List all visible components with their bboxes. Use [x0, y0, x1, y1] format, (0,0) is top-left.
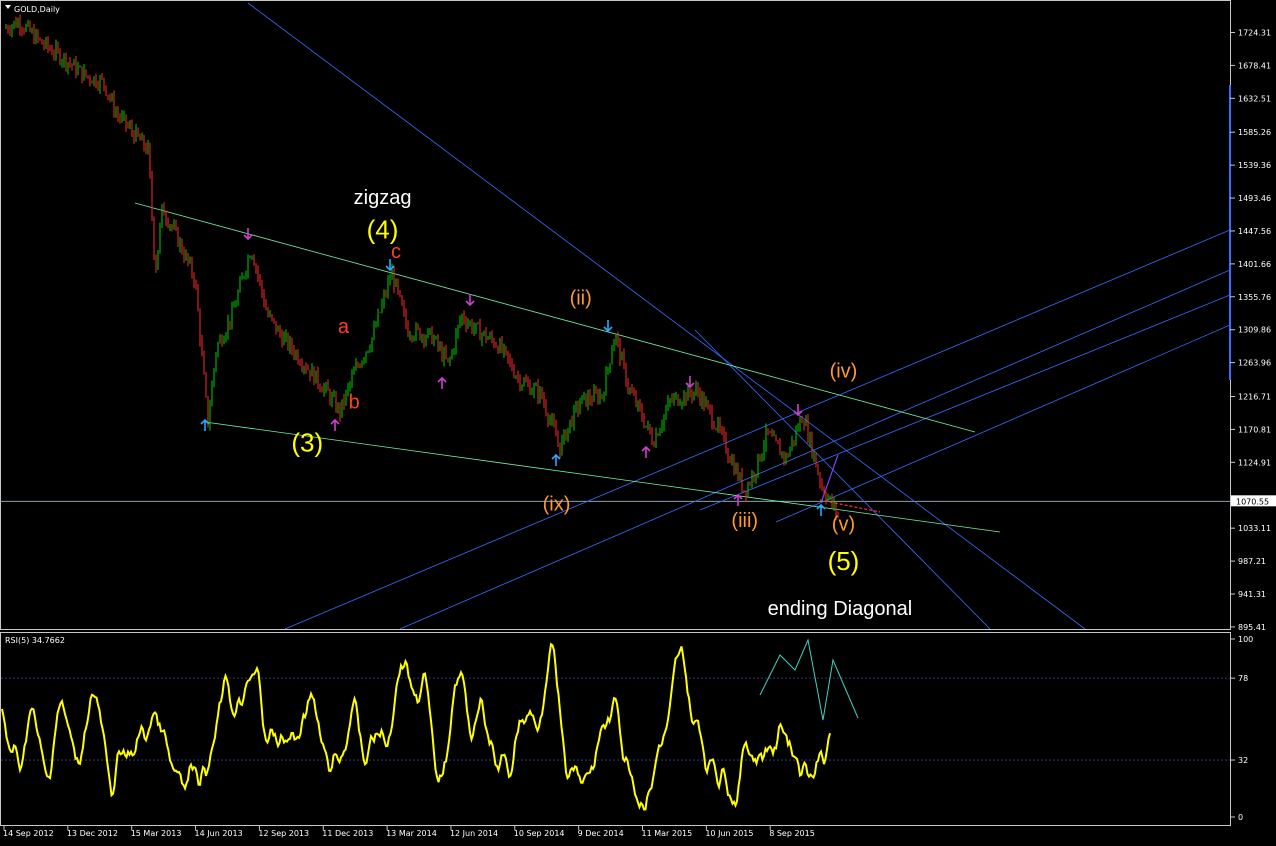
- price-tick-label: 1447.56: [1238, 227, 1271, 236]
- price-tick-label: 1401.66: [1238, 260, 1271, 269]
- wave-label: c: [391, 241, 401, 263]
- wave-label: (3): [291, 428, 323, 458]
- wave-label: ending Diagonal: [768, 598, 913, 620]
- time-tick-label: 8 Sep 2015: [769, 829, 815, 838]
- price-tick-label: 987.21: [1238, 557, 1266, 566]
- price-tick-label: 1539.36: [1238, 161, 1271, 170]
- chart-window: zigzag (4) c a b (3) (ii) (ix) (iii) (iv) (v) (5) en…: [0, 0, 1276, 842]
- indicator-label: RSI(5) 34.7662: [5, 636, 65, 645]
- rsi-tick-label: 100: [1238, 635, 1253, 644]
- rsi-tick-label: 0: [1238, 813, 1243, 822]
- wave-label: (iii): [731, 510, 758, 532]
- price-tick-label: 1355.76: [1238, 293, 1271, 302]
- time-tick-label: 11 Mar 2015: [642, 829, 693, 838]
- time-tick-label: 13 Mar 2014: [386, 829, 437, 838]
- price-tick-label: 1216.71: [1238, 393, 1271, 402]
- price-tick-label: 1263.96: [1238, 359, 1271, 368]
- price-tick-label: 1724.31: [1238, 29, 1271, 38]
- wave-label: (iv): [830, 361, 858, 383]
- chart-svg: zigzag(4)cab(3)(ii)(ix)(iii)(iv)(v)(5)en…: [0, 0, 1276, 842]
- time-tick-label: 13 Dec 2012: [67, 829, 118, 838]
- price-tick-label: 1309.86: [1238, 326, 1271, 335]
- wave-label: (v): [832, 513, 855, 535]
- time-tick-label: 10 Sep 2014: [514, 829, 565, 838]
- price-tick-label: 941.31: [1238, 590, 1266, 599]
- rsi-tick-label: 78: [1238, 674, 1248, 683]
- wave-label: (ii): [570, 288, 592, 310]
- price-tick-label: 1170.81: [1238, 425, 1271, 434]
- time-tick-label: 14 Jun 2013: [195, 829, 243, 838]
- wave-label: (5): [828, 546, 860, 576]
- price-tick-label: 1632.51: [1238, 94, 1271, 103]
- price-tick-label: 1585.26: [1238, 128, 1271, 137]
- time-tick-label: 14 Sep 2012: [3, 829, 54, 838]
- current-price-label: 1070.55: [1236, 497, 1269, 506]
- time-tick-label: 15 Mar 2013: [131, 829, 182, 838]
- price-tick-label: 1033.11: [1238, 524, 1271, 533]
- wave-label: (ix): [543, 493, 571, 515]
- price-tick-label: 895.41: [1238, 623, 1266, 632]
- price-tick-label: 1124.91: [1238, 458, 1271, 467]
- time-tick-label: 11 Dec 2013: [322, 829, 373, 838]
- time-tick-label: 12 Jun 2014: [450, 829, 498, 838]
- price-tick-label: 1493.46: [1238, 194, 1271, 203]
- time-tick-label: 9 Dec 2014: [578, 829, 624, 838]
- rsi-tick-label: 32: [1238, 756, 1248, 765]
- price-tick-label: 1678.41: [1238, 61, 1271, 70]
- chart-background: [0, 0, 1276, 842]
- wave-label: b: [349, 391, 360, 413]
- wave-label: a: [338, 316, 350, 338]
- wave-label: zigzag: [354, 187, 412, 209]
- time-tick-label: 12 Sep 2013: [258, 829, 309, 838]
- time-tick-label: 10 Jun 2015: [705, 829, 753, 838]
- symbol-label: GOLD,Daily: [14, 5, 60, 14]
